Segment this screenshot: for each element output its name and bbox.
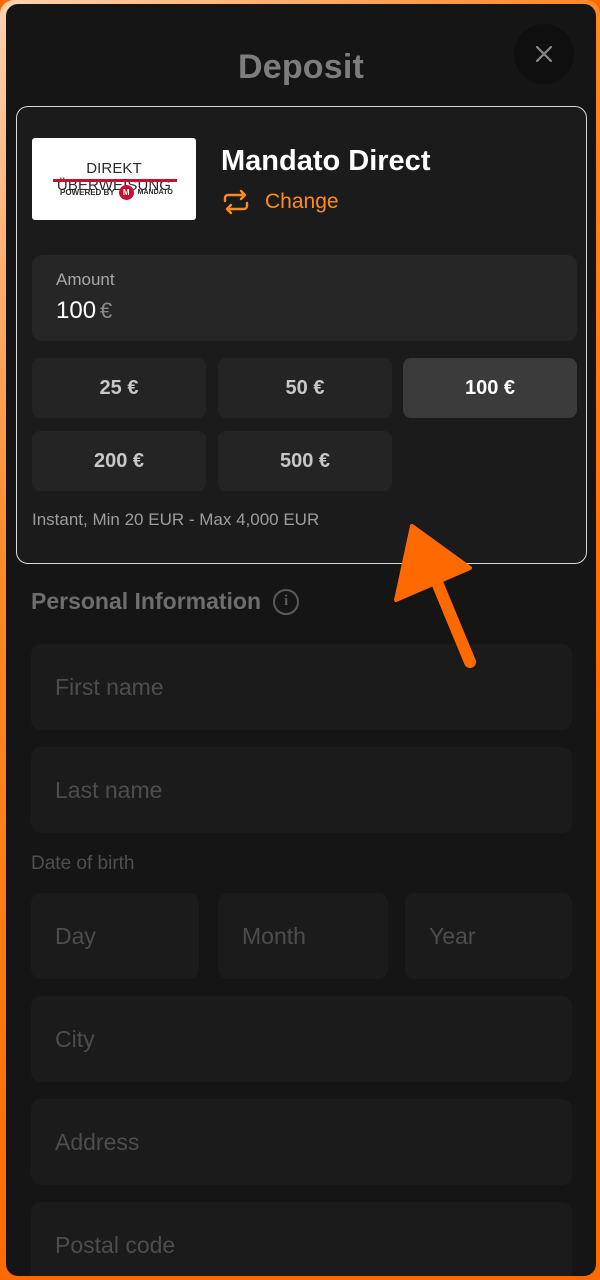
preset-amount-500[interactable]: 500 € [218,431,392,491]
close-icon [535,45,553,63]
logo-powered-by: POWERED BY M MANDATO [60,185,173,200]
deposit-limits-text: Instant, Min 20 EUR - Max 4,000 EUR [32,510,320,529]
payment-method-card: DIREKT ÜBERWEISUNG POWERED BY M MANDATO … [16,106,587,564]
logo-brand-text: MANDATO [137,189,173,196]
city-input[interactable] [31,996,572,1082]
amount-value[interactable]: 100 € [56,297,112,325]
dob-year-input[interactable] [405,893,572,979]
preset-amount-50[interactable]: 50 € [218,358,392,418]
page-title: Deposit [237,48,365,86]
payment-method-name: Mandato Direct [221,145,431,177]
dob-year-field[interactable] [405,893,572,979]
amount-input[interactable]: Amount 100 € [32,255,577,341]
address-field[interactable] [31,1099,572,1185]
last-name-input[interactable] [31,747,572,833]
amount-number: 100 [56,297,97,324]
payment-method-logo: DIREKT ÜBERWEISUNG POWERED BY M MANDATO [32,138,196,220]
date-of-birth-label: Date of birth [31,853,135,874]
change-method-button[interactable]: Change [221,189,339,215]
dob-day-input[interactable] [31,893,199,979]
pointer-arrow-icon [394,524,476,668]
change-label: Change [265,190,339,213]
dob-day-field[interactable] [31,893,199,979]
mandato-mark-icon: M [118,185,134,200]
last-name-field[interactable] [31,747,572,833]
preset-amount-200[interactable]: 200 € [32,431,206,491]
deposit-modal: Deposit DIREKT ÜBERWEISUNG POWERED BY M … [6,4,596,1276]
dob-month-field[interactable] [218,893,388,979]
preset-amount-25[interactable]: 25 € [32,358,206,418]
close-button[interactable] [514,24,574,84]
city-field[interactable] [31,996,572,1082]
amount-currency: € [100,298,113,323]
personal-information-heading: Personal Information i [31,588,300,615]
logo-underline [53,179,177,182]
swap-arrows-icon [223,189,249,215]
address-input[interactable] [31,1099,572,1185]
preset-amount-100[interactable]: 100 € [403,358,577,418]
info-icon[interactable]: i [273,588,300,615]
amount-label: Amount [56,270,115,289]
section-title-text: Personal Information [31,588,262,614]
logo-powered-text: POWERED BY [60,188,115,197]
postal-code-field[interactable] [31,1202,572,1276]
postal-code-input[interactable] [31,1202,572,1276]
dob-month-input[interactable] [218,893,388,979]
